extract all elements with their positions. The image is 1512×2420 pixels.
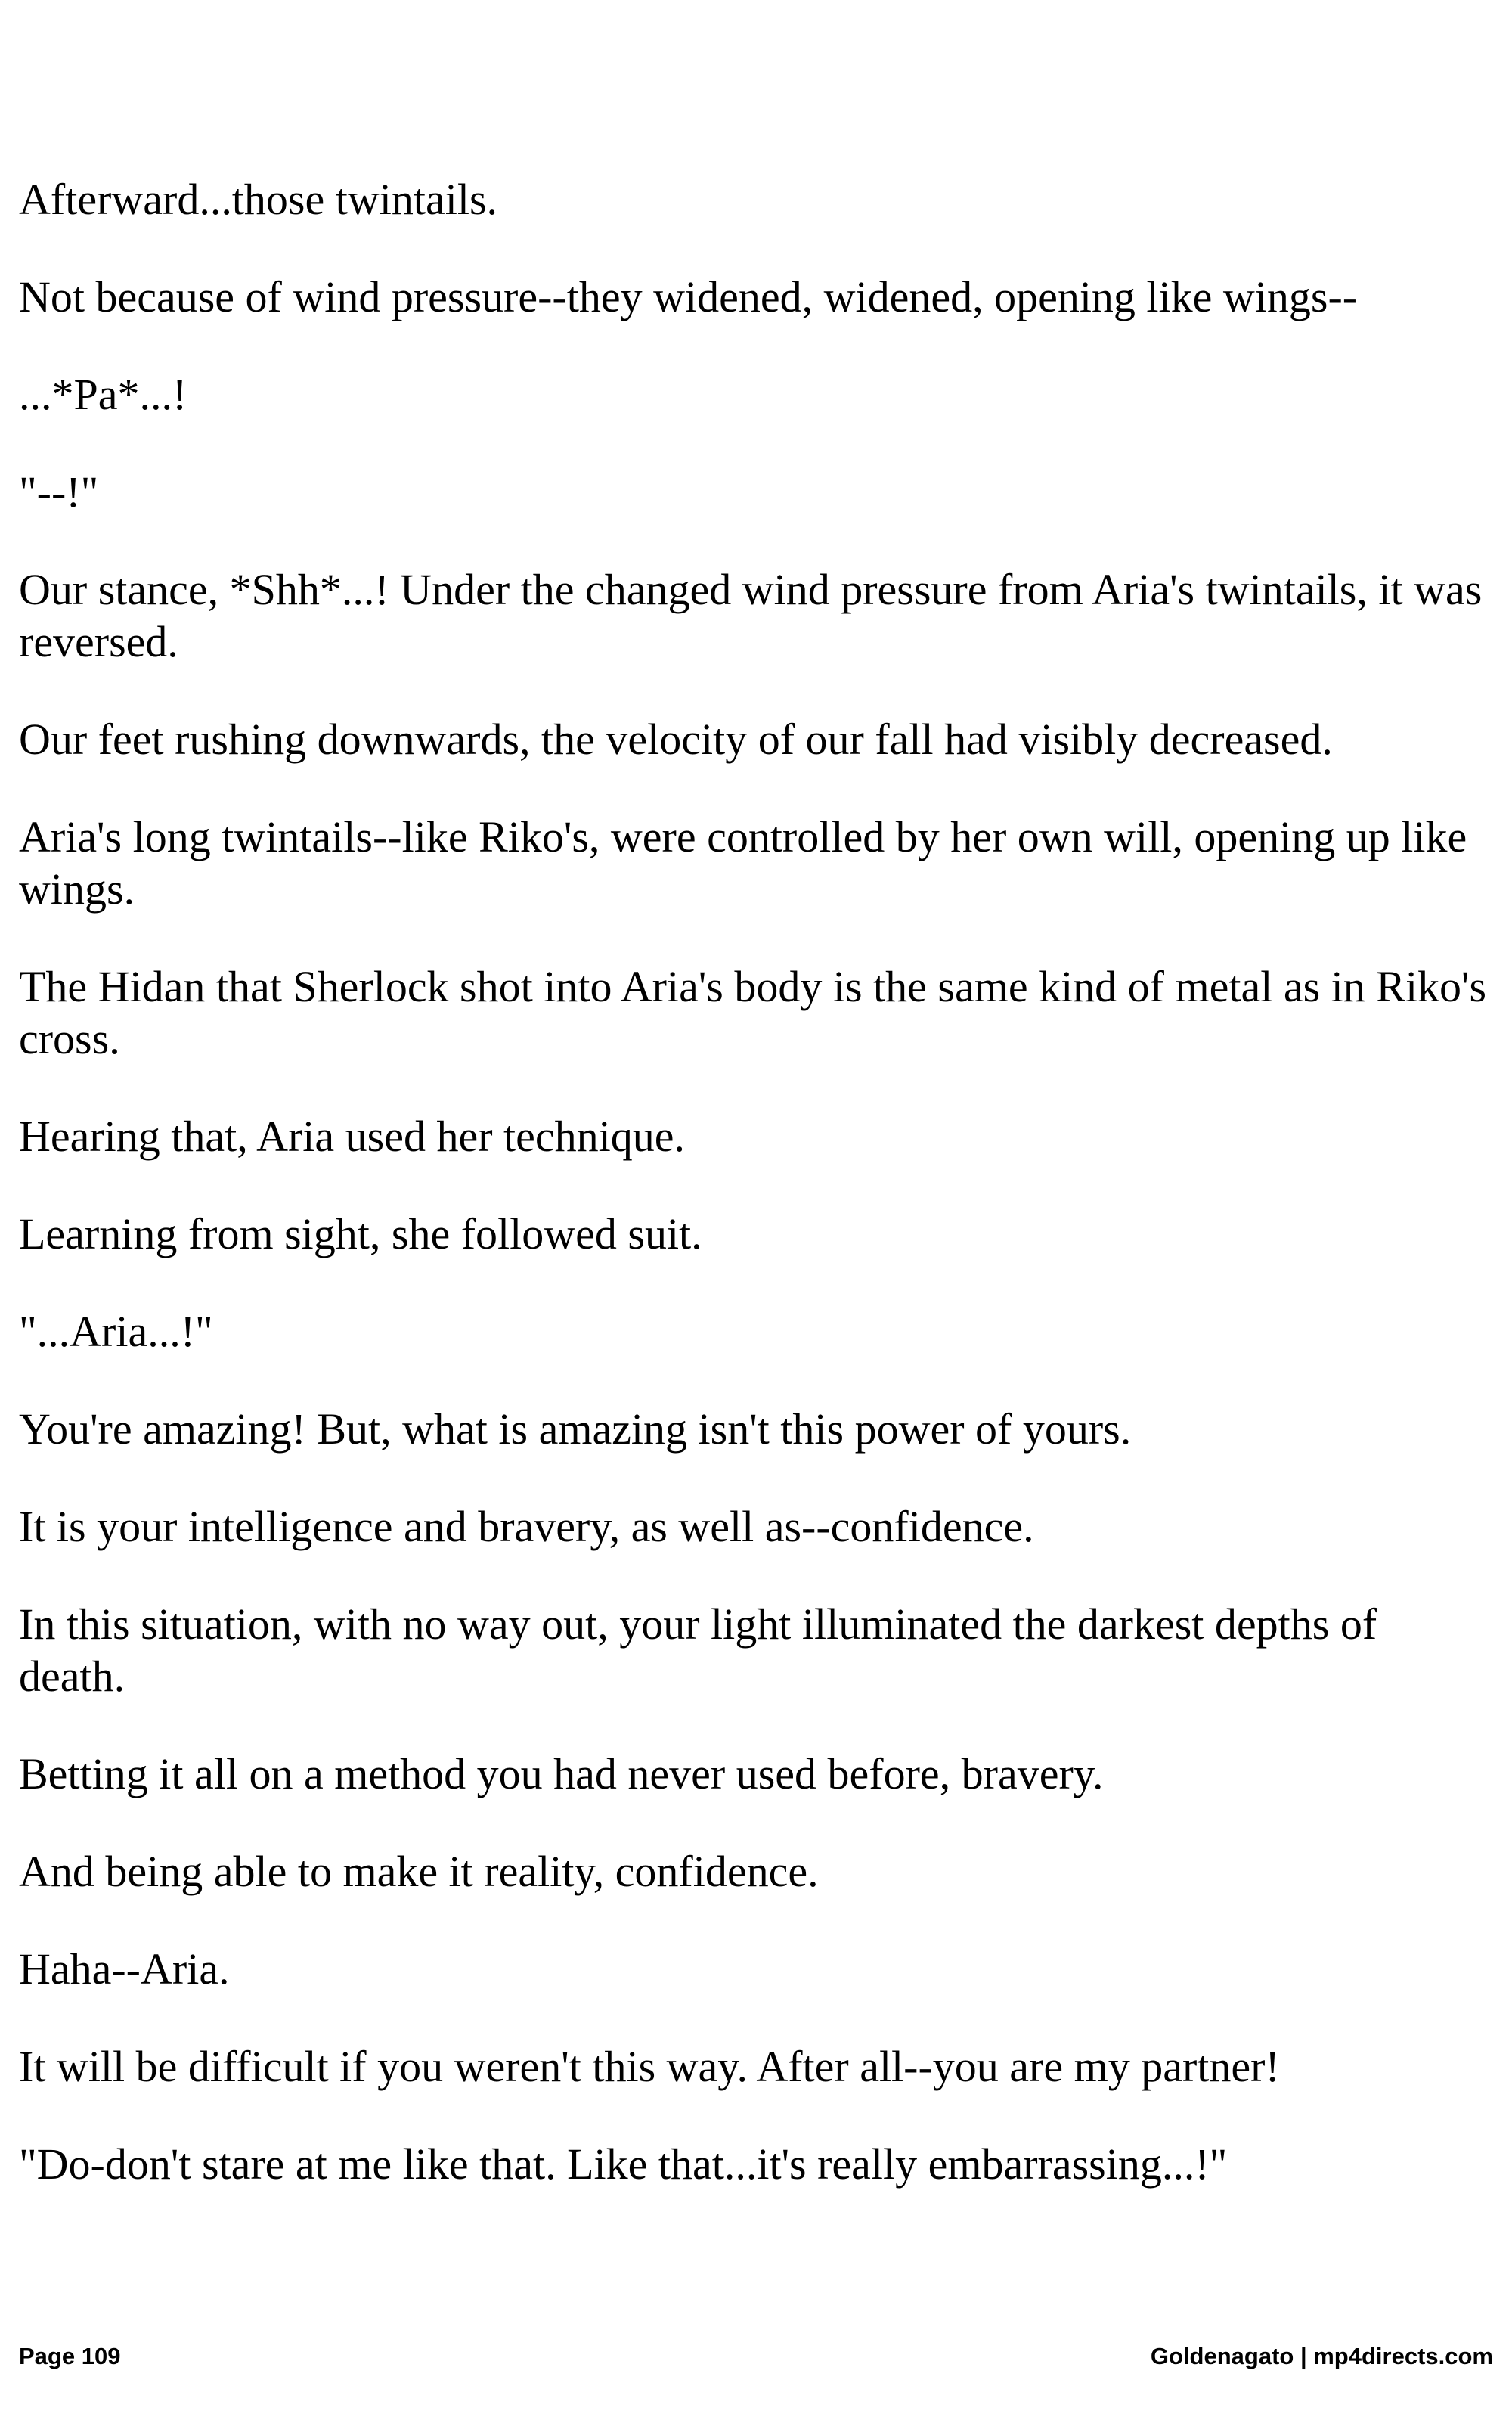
paragraph: Aria's long twintails--like Riko's, were… [19,812,1467,914]
paragraph: Afterward...those twintails. [19,175,498,224]
paragraph: It is your intelligence and bravery, as … [19,1502,1034,1551]
paragraph: The Hidan that Sherlock shot into Aria's… [19,962,1487,1063]
paragraph: "...Aria...!" [19,1307,213,1356]
paragraph: In this situation, with no way out, your… [19,1599,1377,1701]
paragraph: You're amazing! But, what is amazing isn… [19,1404,1132,1454]
paragraph: Our feet rushing downwards, the velocity… [19,715,1333,764]
paragraph: Learning from sight, she followed suit. [19,1209,702,1258]
page-body: Afterward...those twintails. Not because … [19,173,1493,2235]
paragraph: Haha--Aria. [19,1944,230,1993]
page-number: Page 109 [19,2343,121,2369]
paragraph: "--!" [19,467,99,517]
credit-text: Goldenagato | mp4directs.com [1150,2343,1493,2369]
paragraph: Hearing that, Aria used her technique. [19,1112,685,1161]
paragraph: ...*Pa*...! [19,370,187,419]
page-footer: Page 109 Goldenagato | mp4directs.com [19,2343,1493,2370]
paragraph: Not because of wind pressure--they widen… [19,272,1358,321]
paragraph: "Do-don't stare at me like that. Like th… [19,2139,1228,2189]
paragraph: Our stance, *Shh*...! Under the changed … [19,565,1483,666]
paragraph: And being able to make it reality, confi… [19,1847,819,1896]
paragraph: Betting it all on a method you had never… [19,1749,1104,1798]
paragraph: It will be difficult if you weren't this… [19,2042,1280,2091]
